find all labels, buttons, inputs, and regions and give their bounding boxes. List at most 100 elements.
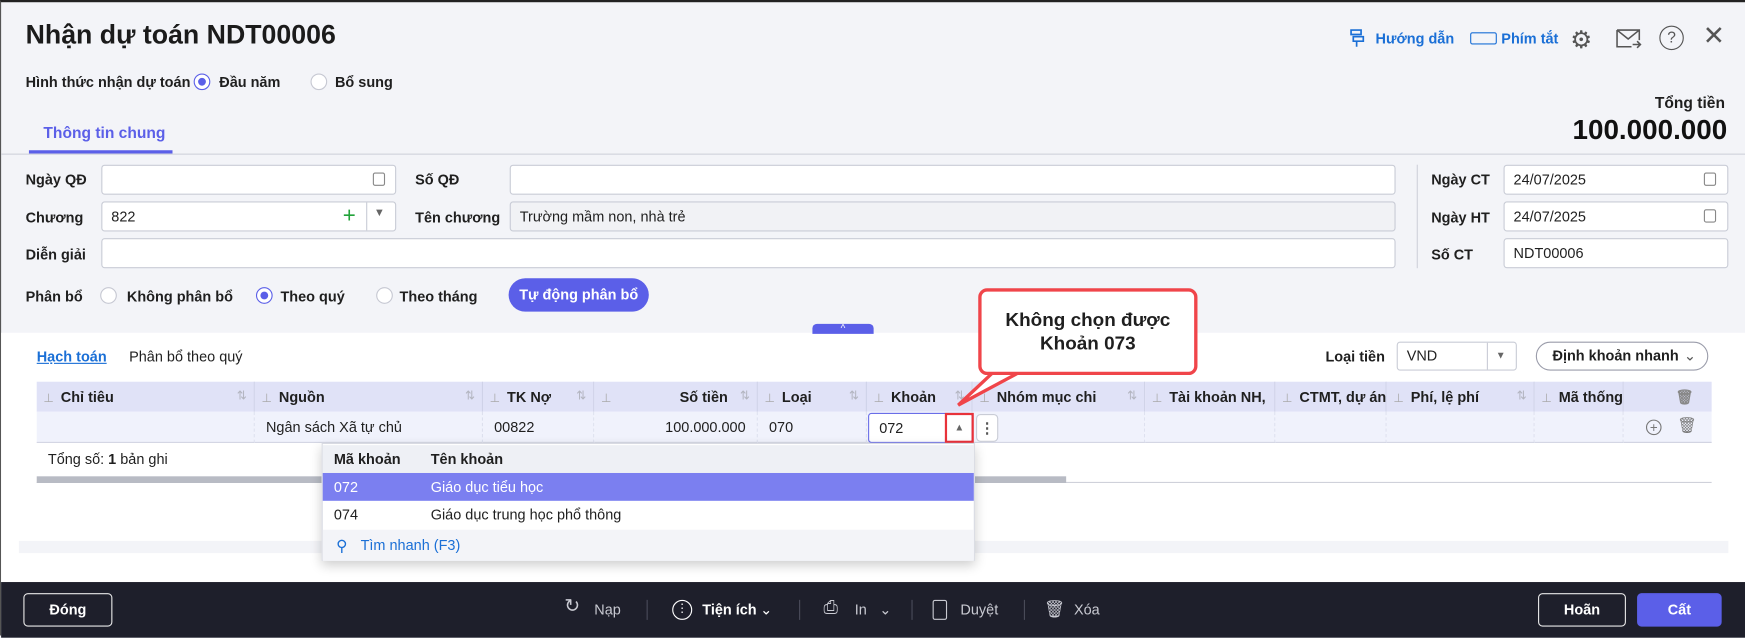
sort-icon[interactable]: ⇅	[740, 382, 750, 412]
tab-phan-bo-theo-quy[interactable]: Phân bổ theo quý	[129, 348, 242, 365]
chevron-down-icon[interactable]: ▼	[1496, 349, 1506, 360]
column-label: TK Nợ	[507, 388, 552, 406]
sort-icon[interactable]: ⇅	[1517, 382, 1527, 412]
reload-icon[interactable]: ↻	[564, 596, 580, 617]
cell-ctmt[interactable]	[1275, 411, 1387, 443]
save-button[interactable]: Cất	[1637, 593, 1722, 627]
sort-icon[interactable]: ⇅	[1127, 382, 1137, 412]
ten-chuong-label: Tên chương	[415, 209, 501, 226]
column-phi-le-phi[interactable]: ⊥ Phí, lệ phí ⇅	[1386, 381, 1535, 412]
add-row-icon[interactable]: +	[1645, 419, 1662, 436]
radio-dau-nam[interactable]	[193, 73, 211, 91]
trash-icon[interactable]: 🗑	[1044, 600, 1065, 620]
cell-nhom-muc-chi[interactable]	[972, 411, 1146, 443]
sort-icon[interactable]: ⇅	[576, 382, 586, 412]
column-ctmt[interactable]: ⊥ CTMT, dự án	[1275, 381, 1387, 412]
sort-icon[interactable]: ⇅	[465, 382, 475, 412]
radio-khong-phan-bo[interactable]	[100, 287, 117, 304]
chevron-down-icon[interactable]: ▼	[374, 207, 385, 219]
quick-entry-button[interactable]: Định khoản nhanh ⌄	[1535, 341, 1709, 371]
close-icon[interactable]: ✕	[1703, 23, 1725, 50]
utilities-button[interactable]: Tiện ích	[702, 600, 756, 620]
pin-icon[interactable]: ⊥	[874, 392, 885, 405]
delete-all-icon[interactable]: 🗑	[1623, 381, 1712, 412]
ngay-qd-input[interactable]	[101, 164, 397, 195]
column-tk-no[interactable]: ⊥ TK Nợ ⇅	[482, 381, 595, 412]
item-code: 072	[333, 478, 359, 496]
delete-row-icon[interactable]: 🗑	[1677, 416, 1697, 435]
column-tai-khoan-nh[interactable]: ⊥ Tài khoản NH,	[1145, 381, 1276, 412]
ngay-ct-input[interactable]: 24/07/2025	[1503, 164, 1729, 195]
radio-theo-quy[interactable]	[255, 287, 273, 304]
gear-icon[interactable]: ⚙	[1570, 26, 1592, 55]
collapse-toggle[interactable]: ^	[812, 323, 874, 334]
radio-bo-sung[interactable]	[310, 73, 328, 91]
column-chi-tieu[interactable]: ⊥ Chỉ tiêu ⇅	[36, 381, 255, 412]
pin-icon[interactable]: ⊥	[490, 392, 501, 405]
so-ct-input[interactable]: NDT00006	[1503, 238, 1729, 269]
column-label: Chỉ tiêu	[60, 388, 114, 406]
item-name: Giáo dục tiểu học	[430, 478, 544, 496]
cell-chi-tieu[interactable]	[36, 411, 255, 443]
dropdown-item[interactable]: 074 Giáo dục trung học phổ thông	[323, 501, 974, 529]
cell-tai-khoan-nh[interactable]	[1145, 411, 1276, 443]
pin-icon[interactable]: ⊥	[765, 392, 776, 405]
ten-chuong-input[interactable]: Trường mầm non, nhà trẻ	[509, 201, 1396, 232]
column-loai[interactable]: ⊥ Loại ⇅	[757, 381, 867, 412]
delete-button[interactable]: Xóa	[1074, 600, 1100, 620]
pin-icon[interactable]: ⊥	[1282, 392, 1293, 405]
close-button[interactable]: Đóng	[23, 593, 113, 627]
cell-so-tien[interactable]: 100.000.000	[594, 411, 758, 443]
sort-icon[interactable]: ⇅	[849, 382, 859, 412]
approve-button[interactable]: Duyệt	[960, 600, 998, 620]
auto-allocate-button[interactable]: Tự động phân bổ	[508, 278, 649, 312]
ngay-ht-input[interactable]: 24/07/2025	[1503, 201, 1729, 232]
ngay-ht-label: Ngày HT	[1431, 209, 1490, 226]
column-so-tien[interactable]: ⊥ Số tiền ⇅	[594, 381, 758, 412]
chevron-down-icon[interactable]: ⌄	[879, 600, 891, 620]
pin-icon[interactable]: ⊥	[1393, 392, 1404, 405]
header-ma-khoan: Mã khoản	[333, 450, 401, 468]
form-window: Nhận dự toán NDT00006 Hình thức nhận dự …	[0, 0, 1745, 638]
header-ten-khoan: Tên khoản	[430, 450, 504, 468]
cell-loai[interactable]: 070	[757, 411, 867, 443]
pin-icon[interactable]: ⊥	[601, 392, 612, 405]
tab-hach-toan[interactable]: Hạch toán	[37, 348, 107, 365]
column-nguon[interactable]: ⊥ Nguồn ⇅	[254, 381, 483, 412]
tab-thong-tin-chung[interactable]: Thông tin chung	[43, 124, 165, 142]
guide-link[interactable]: Hướng dẫn	[1376, 30, 1455, 47]
help-icon[interactable]: ?	[1659, 25, 1684, 51]
quick-search-link[interactable]: ⚲ Tìm nhanh (F3)	[322, 529, 974, 561]
so-qd-input[interactable]	[509, 164, 1396, 195]
more-options-icon[interactable]: ⋮	[976, 413, 999, 442]
calendar-icon[interactable]	[1703, 172, 1717, 186]
calendar-icon[interactable]	[372, 172, 386, 186]
ngay-ct-label: Ngày CT	[1431, 171, 1490, 189]
printer-icon[interactable]: ⎙	[824, 599, 838, 619]
dropdown-toggle-icon[interactable]: ▲	[944, 412, 974, 443]
sort-icon[interactable]: ⇅	[237, 382, 247, 412]
reload-button[interactable]: Nạp	[594, 600, 621, 620]
calendar-icon[interactable]	[1703, 209, 1717, 223]
pin-icon[interactable]: ⊥	[43, 392, 54, 405]
cell-tk-no[interactable]: 00822	[482, 411, 595, 443]
dien-giai-input[interactable]	[101, 238, 1396, 269]
cell-ma-thong-ke[interactable]	[1534, 411, 1624, 443]
document-icon[interactable]	[932, 599, 948, 620]
column-ma-thong-ke[interactable]: ⊥ Mã thống	[1534, 381, 1624, 412]
chevron-down-icon[interactable]: ⌄	[760, 600, 772, 620]
pin-icon[interactable]: ⊥	[262, 392, 273, 405]
mail-send-icon[interactable]	[1616, 28, 1642, 49]
dropdown-item-selected[interactable]: 072 Giáo dục tiểu học	[322, 472, 974, 501]
shortcut-link[interactable]: Phím tắt	[1501, 30, 1558, 47]
add-icon[interactable]: +	[343, 203, 356, 230]
cell-nguon[interactable]: Ngân sách Xã tự chủ	[254, 411, 483, 443]
cell-phi-le-phi[interactable]	[1386, 411, 1535, 443]
search-icon: ⚲	[336, 536, 348, 555]
pin-icon[interactable]: ⊥	[1152, 392, 1163, 405]
pin-icon[interactable]: ⊥	[1541, 392, 1552, 405]
print-button[interactable]: In	[855, 600, 867, 620]
radio-theo-thang[interactable]	[376, 287, 393, 304]
cancel-button[interactable]: Hoãn	[1538, 593, 1626, 627]
utilities-icon[interactable]: ⋮	[672, 599, 693, 620]
